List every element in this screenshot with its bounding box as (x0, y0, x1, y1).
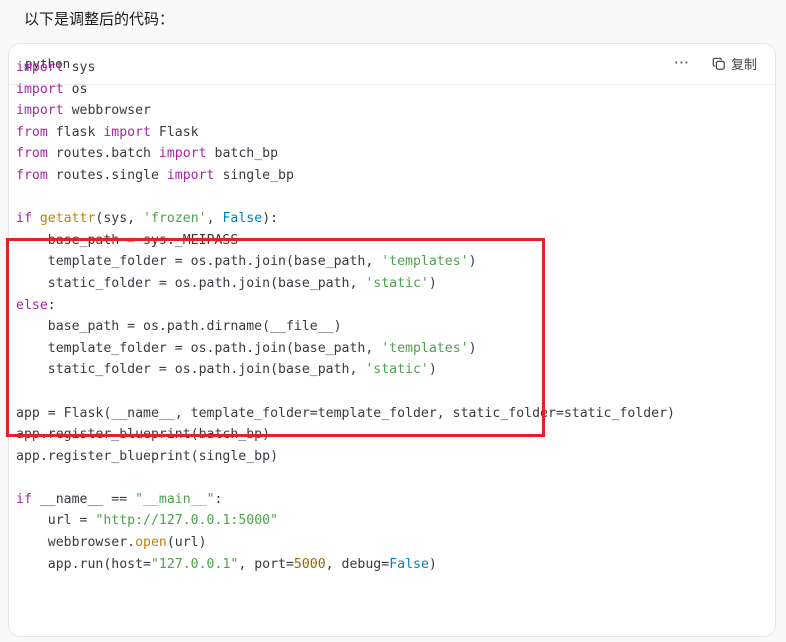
code-token: single_bp (214, 167, 294, 183)
code-token: routes.single (47, 167, 167, 183)
code-token: app = Flask(__name__, template_folder=te… (16, 405, 675, 421)
code-line: else: (16, 295, 675, 317)
code-line: import sys (16, 57, 675, 79)
code-token: import (16, 60, 64, 75)
code-token: (sys, (95, 211, 144, 227)
code-line: if getattr(sys, 'frozen', False): (16, 208, 675, 230)
code-token: app.register_blueprint(single_bp) (16, 448, 279, 464)
code-line: app.register_blueprint(batch_bp) (16, 424, 675, 446)
code-token: static_folder = os.path.join(base_path, (16, 362, 366, 378)
code-token: 'templates' (381, 254, 469, 270)
code-token: import (16, 81, 64, 97)
code-token: flask (47, 124, 104, 140)
code-line: import webbrowser (16, 100, 675, 122)
code-token: sys (63, 60, 96, 75)
copy-button[interactable]: 复制 (712, 54, 757, 73)
code-token: ) (428, 556, 437, 572)
code-token: os (63, 81, 88, 97)
code-line: import os (16, 79, 675, 101)
code-token: 'static' (365, 275, 429, 291)
code-token: ) (468, 340, 477, 356)
code-token: static_folder = os.path.join(base_path, (16, 275, 366, 291)
code-token: ) (428, 362, 437, 378)
code-line: base_path = os.path.dirname(__file__) (16, 316, 675, 338)
code-token: 5000 (293, 556, 326, 572)
code-line: app = Flask(__name__, template_folder=te… (16, 403, 675, 425)
code-line: webbrowser.open(url) (16, 532, 675, 554)
code-token: import (166, 167, 215, 183)
code-token: webbrowser. (16, 535, 136, 551)
code-token: if (16, 211, 32, 227)
code-token: ) (468, 254, 477, 270)
code-line: from routes.batch import batch_bp (16, 143, 675, 165)
code-token: : (214, 491, 223, 507)
code-token: ): (262, 211, 279, 227)
code-token: False (389, 556, 429, 572)
code-line: if __name__ == "__main__": (16, 489, 675, 511)
code-token: __name__ == (31, 491, 136, 507)
code-token: from (16, 146, 48, 162)
code-line: template_folder = os.path.join(base_path… (16, 338, 675, 360)
code-line: url = "http://127.0.0.1:5000" (16, 510, 675, 532)
code-token: app.register_blueprint(batch_bp) (16, 427, 271, 443)
code-token: 'frozen' (143, 211, 207, 227)
code-line: from flask import Flask (16, 122, 675, 144)
code-token: import (103, 124, 151, 140)
code-token: from (16, 124, 48, 140)
code-token: 'templates' (381, 340, 469, 356)
code-token: if (16, 491, 32, 507)
code-token: import (16, 103, 64, 119)
code-token: Flask (150, 124, 199, 140)
code-line: base_path = sys._MEIPASS (16, 230, 675, 252)
code-token: template_folder = os.path.join(base_path… (16, 340, 382, 356)
code-token: import (158, 146, 207, 162)
code-line: static_folder = os.path.join(base_path, … (16, 359, 675, 381)
code-token: : (47, 297, 56, 313)
code-token: routes.batch (47, 146, 159, 162)
code-token: app.run(host= (16, 556, 151, 572)
code-token: from (16, 167, 48, 183)
code-line: template_folder = os.path.join(base_path… (16, 251, 675, 273)
code-token: , (206, 211, 223, 227)
copy-label: 复制 (730, 58, 757, 73)
code-token: webbrowser (63, 103, 151, 119)
code-token: base_path = os.path.dirname(__file__) (16, 319, 342, 335)
code-token: , debug= (325, 556, 390, 572)
code-token: ) (428, 275, 437, 291)
code-token: "__main__" (135, 491, 215, 507)
code-token: getattr (39, 211, 96, 227)
code-token: 'static' (365, 362, 429, 378)
code-token: base_path = sys._MEIPASS (16, 232, 239, 248)
code-line: app.register_blueprint(single_bp) (16, 446, 675, 468)
code-token: "http://127.0.0.1:5000" (95, 513, 279, 529)
code-token: (url) (166, 535, 207, 551)
code-token: batch_bp (206, 146, 279, 162)
code-token: url = (16, 513, 96, 529)
copy-icon (712, 57, 725, 70)
code-token: , port= (238, 556, 294, 572)
code-content[interactable]: import sys import os import webbrowser from… (16, 57, 675, 575)
code-line: from routes.single import single_bp (16, 165, 675, 187)
code-line: app.run(host="127.0.0.1", port=5000, deb… (16, 554, 675, 576)
code-token: "127.0.0.1" (150, 556, 239, 572)
code-token: else (16, 297, 48, 313)
ellipsis-icon[interactable]: ··· (674, 53, 689, 72)
code-token: template_folder = os.path.join(base_path… (16, 254, 382, 270)
intro-text: 以下是调整后的代码： (24, 10, 175, 28)
code-line: static_folder = os.path.join(base_path, … (16, 273, 675, 295)
code-token: open (135, 535, 167, 551)
code-token: False (222, 211, 263, 227)
